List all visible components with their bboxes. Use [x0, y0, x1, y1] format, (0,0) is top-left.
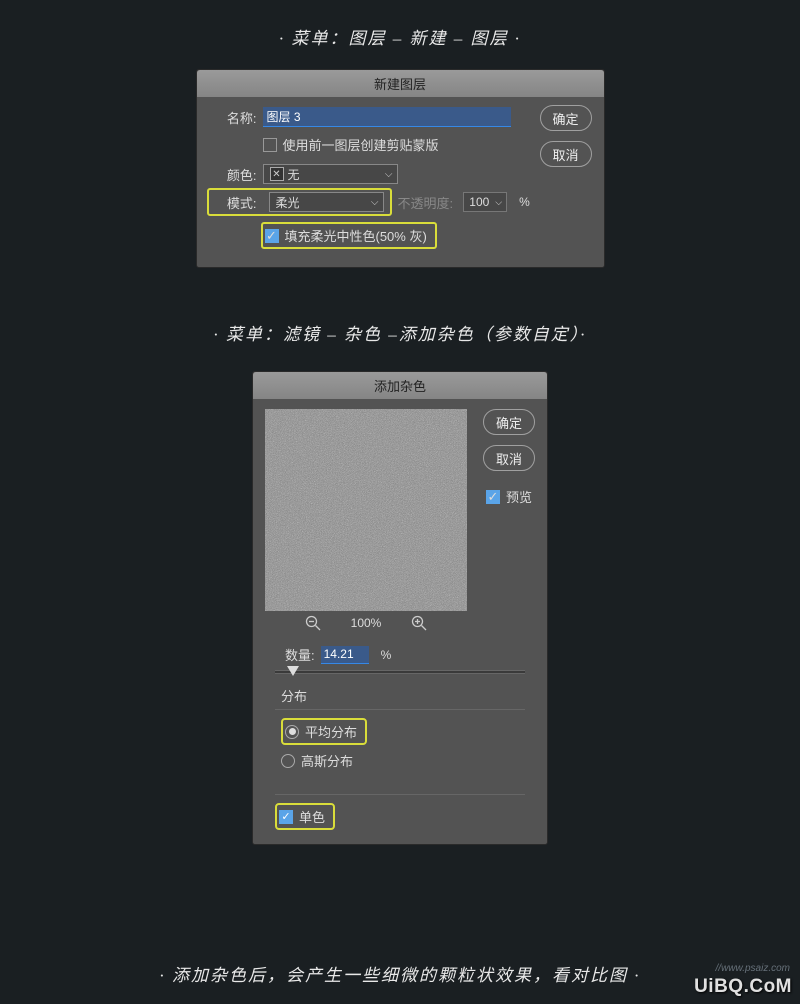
ok-button[interactable]: 确定	[483, 409, 535, 435]
mono-label: 单色	[299, 807, 325, 826]
add-noise-dialog: 添加杂色 确定 取消 ✓ 预览 100% 数量: 14.21 %	[252, 371, 548, 845]
amount-slider[interactable]	[275, 670, 525, 674]
mode-select[interactable]: 柔光 ⌵	[269, 192, 384, 212]
watermark: UiBQ.CoM	[694, 976, 792, 998]
name-label: 名称:	[209, 108, 257, 127]
zoom-in-icon[interactable]	[411, 615, 427, 631]
cancel-button[interactable]: 取消	[483, 445, 535, 471]
caption-3: · 添加杂色后，会产生一些细微的颗粒状效果，看对比图 ·	[0, 961, 800, 986]
mode-label: 模式:	[209, 193, 257, 212]
mono-highlight: ✓ 单色	[275, 803, 335, 830]
color-value: 无	[288, 166, 300, 183]
dialog1-title: 新建图层	[197, 70, 604, 97]
no-color-icon: ✕	[270, 167, 284, 181]
amount-percent: %	[381, 648, 392, 662]
uniform-highlight: 平均分布	[281, 718, 367, 745]
dialog2-title: 添加杂色	[253, 372, 547, 399]
ok-button[interactable]: 确定	[540, 105, 592, 131]
caption-1: · 菜单：图层 – 新建 – 图层 ·	[0, 24, 800, 49]
uniform-label: 平均分布	[305, 722, 357, 741]
chevron-down-icon: ⌵	[385, 169, 393, 180]
preview-checkbox[interactable]: ✓	[486, 490, 500, 504]
cancel-button[interactable]: 取消	[540, 141, 592, 167]
opacity-label: 不透明度:	[398, 193, 454, 212]
gaussian-radio[interactable]	[281, 754, 295, 768]
fill-neutral-checkbox[interactable]: ✓	[265, 229, 279, 243]
opacity-percent: %	[519, 195, 530, 209]
amount-label: 数量:	[285, 645, 315, 664]
caption-2: · 菜单：滤镜 – 杂色 –添加杂色（参数自定）·	[0, 320, 800, 345]
color-select[interactable]: ✕ 无 ⌵	[263, 164, 398, 184]
zoom-percent: 100%	[351, 616, 382, 630]
uniform-radio[interactable]	[285, 725, 299, 739]
amount-input[interactable]: 14.21	[321, 646, 369, 664]
slider-thumb[interactable]	[287, 666, 299, 676]
distribution-label: 分布	[281, 686, 535, 705]
preview-label: 预览	[506, 487, 532, 506]
fill-neutral-label: 填充柔光中性色(50% 灰)	[285, 226, 427, 245]
opacity-input[interactable]: 100 ⌵	[463, 192, 507, 212]
chevron-down-icon: ⌵	[495, 197, 502, 208]
name-input[interactable]: 图层 3	[263, 107, 511, 127]
noise-preview	[265, 409, 467, 611]
mono-checkbox[interactable]: ✓	[279, 810, 293, 824]
zoom-out-icon[interactable]	[305, 615, 321, 631]
mode-value: 柔光	[276, 194, 300, 211]
fill-neutral-highlight: ✓ 填充柔光中性色(50% 灰)	[261, 222, 437, 249]
gaussian-label: 高斯分布	[301, 751, 353, 770]
clip-mask-label: 使用前一图层创建剪贴蒙版	[283, 135, 439, 154]
clip-mask-checkbox[interactable]	[263, 138, 277, 152]
chevron-down-icon: ⌵	[371, 197, 379, 208]
color-label: 颜色:	[209, 165, 257, 184]
watermark-sub: //www.psaiz.com	[716, 963, 790, 974]
distribution-group: 平均分布 高斯分布	[275, 709, 525, 784]
new-layer-dialog: 新建图层 确定 取消 名称: 图层 3 使用前一图层创建剪贴蒙版 颜色: ✕ 无…	[196, 69, 605, 268]
